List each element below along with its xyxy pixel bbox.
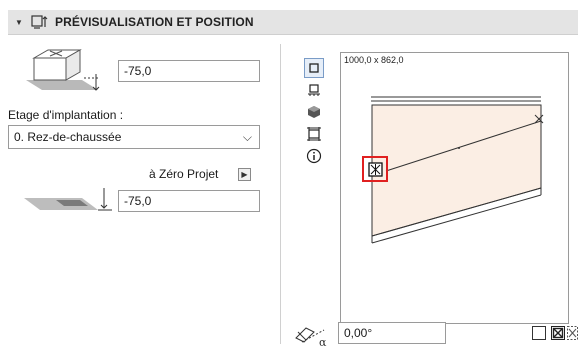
mirror-on-checkbox[interactable] (551, 326, 565, 340)
rotation-angle-input[interactable]: 0,00° (338, 322, 446, 344)
project-zero-input[interactable]: -75,0 (118, 190, 260, 212)
mirror-off-checkbox[interactable] (532, 326, 546, 340)
collapse-arrow-icon[interactable]: ▼ (15, 18, 25, 27)
view-2d-plan-button[interactable] (304, 58, 324, 78)
panel-header[interactable]: ▼ PRÉVISUALISATION ET POSITION (8, 10, 578, 35)
svg-text:α: α (319, 336, 327, 348)
project-zero-menu-button[interactable]: ▶ (238, 168, 251, 181)
rotation-angle-icon: α (295, 327, 327, 348)
preview-position-panel: ▼ PRÉVISUALISATION ET POSITION -75,0 Eta… (8, 0, 578, 350)
preview-drawing (362, 96, 544, 244)
view-section-button[interactable] (304, 80, 324, 100)
mirror-dashed-icon[interactable] (567, 326, 578, 340)
view-3d-button[interactable] (304, 102, 324, 122)
top-offset-icon (26, 49, 100, 91)
story-label: Etage d'implantation : (8, 108, 124, 122)
elevation-view-icon (307, 127, 321, 141)
section-view-icon (308, 84, 320, 96)
preview-canvas[interactable]: 1000,0 x 862,0 (340, 52, 569, 324)
vertical-divider (280, 44, 281, 344)
chevron-down-icon: ⌵ (242, 130, 252, 144)
story-select[interactable]: 0. Rez-de-chaussée ⌵ (8, 125, 260, 149)
project-zero-label: à Zéro Projet (149, 167, 219, 181)
info-button[interactable] (304, 146, 324, 166)
preview-position-icon (31, 15, 48, 29)
cube-3d-icon (308, 106, 320, 118)
top-offset-input[interactable]: -75,0 (118, 60, 260, 82)
view-elevation-button[interactable] (304, 124, 324, 144)
info-icon (306, 148, 322, 164)
square-icon (309, 63, 319, 73)
panel-title: PRÉVISUALISATION ET POSITION (55, 15, 254, 29)
project-zero-offset-icon (24, 188, 112, 211)
